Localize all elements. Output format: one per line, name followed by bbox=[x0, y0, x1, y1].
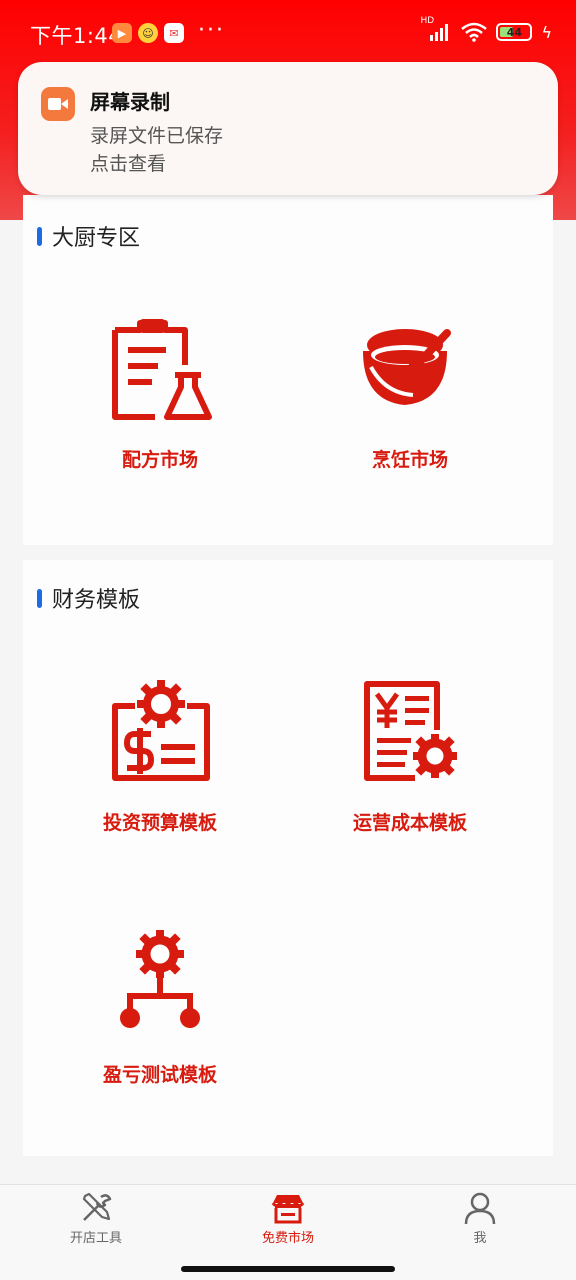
tile-label: 烹饪市场 bbox=[371, 449, 448, 471]
notification-line-saved: 录屏文件已保存 bbox=[90, 125, 224, 147]
status-time: 下午1:44 bbox=[30, 24, 123, 48]
status-app-icons: ▶ ☺ ✉ bbox=[112, 23, 184, 43]
notification-line-tap: 点击查看 bbox=[90, 153, 167, 175]
chat-status-icon: ✉ bbox=[164, 23, 184, 43]
notification-body: 录屏文件已保存 点击查看 bbox=[90, 122, 223, 178]
cellular-signal-icon: HD bbox=[420, 16, 452, 42]
tools-icon bbox=[82, 1192, 112, 1221]
camera-record-icon bbox=[41, 87, 75, 121]
battery-icon: 44 bbox=[496, 23, 533, 41]
section-accent-bar bbox=[37, 588, 42, 608]
tile-label: 盈亏测试模板 bbox=[102, 1064, 217, 1086]
status-right-cluster: HD 44 ϟ bbox=[420, 16, 552, 42]
tile-label: 投资预算模板 bbox=[102, 812, 217, 834]
gear-flow-icon bbox=[120, 930, 200, 1028]
tile-profit-loss-test[interactable]: 盈亏测试模板 bbox=[35, 930, 285, 1087]
chef-zone-card: 大厨专区 配方市场 烹饪市场 bbox=[23, 195, 553, 545]
bowl-spoon-icon bbox=[363, 329, 451, 405]
tile-recipe-market[interactable]: 配方市场 bbox=[35, 315, 285, 472]
home-indicator[interactable] bbox=[181, 1266, 395, 1272]
tile-label: 运营成本模板 bbox=[352, 812, 467, 834]
section-title: 财务模板 bbox=[52, 588, 141, 613]
section-header: 财务模板 bbox=[37, 582, 140, 614]
store-icon bbox=[271, 1195, 305, 1224]
user-icon bbox=[464, 1192, 496, 1225]
tab-label: 免费市场 bbox=[261, 1231, 314, 1246]
yen-document-gear-icon bbox=[364, 681, 457, 781]
tile-label: 配方市场 bbox=[121, 449, 198, 471]
tab-label: 开店工具 bbox=[69, 1231, 122, 1246]
wifi-icon bbox=[461, 22, 488, 42]
dollar-gear-icon bbox=[112, 680, 210, 781]
tab-label: 我 bbox=[473, 1231, 487, 1246]
tile-investment-budget[interactable]: 投资预算模板 bbox=[35, 678, 285, 835]
screen-record-notification[interactable]: 屏幕录制 录屏文件已保存 点击查看 bbox=[18, 62, 558, 195]
tile-cooking-market[interactable]: 烹饪市场 bbox=[285, 315, 535, 472]
section-title: 大厨专区 bbox=[52, 226, 141, 251]
section-header: 大厨专区 bbox=[37, 220, 140, 252]
status-bar: 下午1:44 ▶ ☺ ✉ ··· HD 44 ϟ bbox=[0, 0, 576, 66]
tab-store-tools[interactable]: 开店工具 bbox=[36, 1191, 156, 1246]
screen-record-status-icon: ▶ bbox=[112, 23, 132, 43]
recipe-clipboard-flask-icon bbox=[112, 319, 212, 420]
finance-templates-card: 财务模板 投资预算模板 运营成本模板 盈亏测试模板 bbox=[23, 560, 553, 1156]
emoji-status-icon: ☺ bbox=[138, 23, 158, 43]
tab-me[interactable]: 我 bbox=[420, 1191, 540, 1246]
more-status-dots: ··· bbox=[198, 18, 225, 43]
hd-label: HD bbox=[420, 16, 435, 26]
notification-app-name: 屏幕录制 bbox=[90, 90, 170, 114]
tab-free-market[interactable]: 免费市场 bbox=[228, 1191, 348, 1246]
charging-bolt-icon: ϟ bbox=[541, 22, 552, 42]
tile-operating-cost[interactable]: 运营成本模板 bbox=[285, 678, 535, 835]
section-accent-bar bbox=[37, 226, 42, 246]
battery-level-text: 44 bbox=[506, 25, 523, 39]
